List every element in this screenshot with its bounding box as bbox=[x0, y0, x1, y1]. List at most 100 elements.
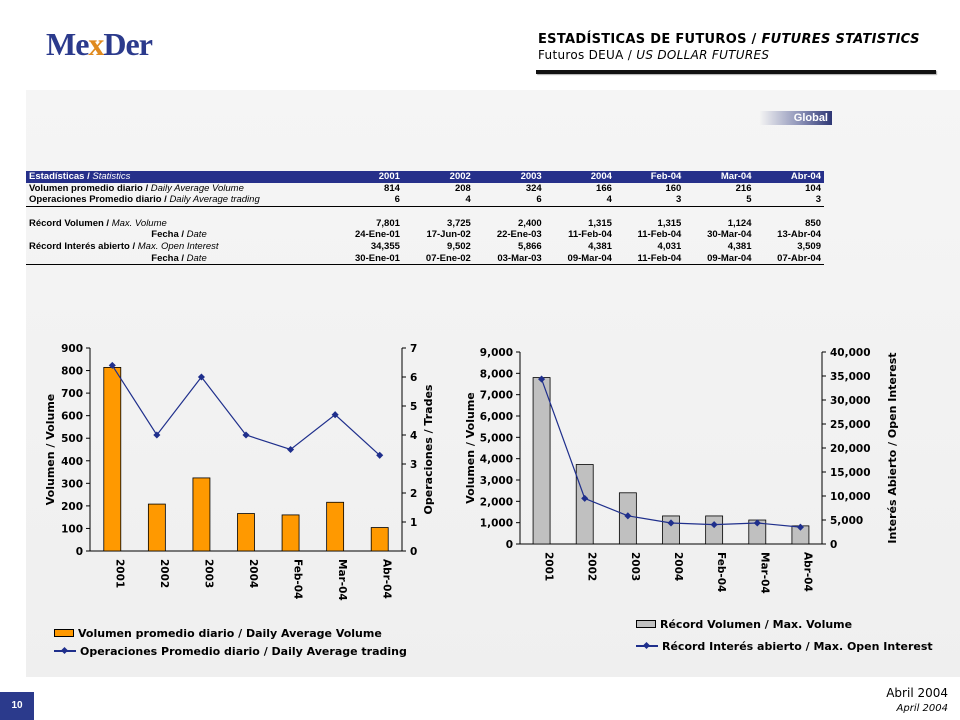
y-tick-label-right: 30,000 bbox=[830, 395, 871, 407]
y-tick-label-left: 500 bbox=[61, 433, 83, 445]
date-en: April 2004 bbox=[896, 703, 948, 714]
x-tick-label: 2003 bbox=[629, 552, 641, 581]
y-tick-label-left: 2,000 bbox=[480, 496, 513, 508]
chart-records: 0 1,000 2,000 3,000 4,000 5,000 6,000 7,000 8,00… bbox=[464, 347, 899, 594]
page-subtitle: Futuros DEUA / US DOLLAR FUTURES bbox=[538, 48, 770, 62]
col-header: 2004 bbox=[544, 171, 615, 183]
table-row: Fecha / Date 30-Ene-01 07-Ene-02 03-Mar-03… bbox=[26, 252, 824, 266]
y-tick-label-left: 0 bbox=[76, 546, 83, 558]
y-tick-label-left: 6,000 bbox=[480, 411, 513, 423]
y-tick-label-left: 100 bbox=[61, 523, 83, 535]
y-tick-label-right: 10,000 bbox=[830, 491, 871, 503]
table-row: Fecha / Date 24-Ene-01 17-Jun-02 22-Ene-03… bbox=[151, 229, 821, 241]
chart-daily-average-legend: Volumen promedio diario / Daily Average … bbox=[54, 624, 407, 660]
x-tick-label: 2004 bbox=[672, 552, 684, 581]
y-tick-label-right: 20,000 bbox=[830, 443, 871, 455]
y-tick-label-left: 1,000 bbox=[480, 518, 513, 530]
y-tick-label-right: 7 bbox=[410, 343, 417, 355]
bar bbox=[103, 366, 122, 552]
y-tick-label-left: 8,000 bbox=[480, 368, 513, 380]
x-tick-label: Abr-04 bbox=[381, 559, 393, 599]
x-tick-label: 2002 bbox=[158, 559, 170, 588]
y-tick-label-left: 3,000 bbox=[480, 475, 513, 487]
chart-records-legend: Récord Volumen / Max. Volume Récord Inte… bbox=[636, 615, 933, 655]
y-tick-label-left: 200 bbox=[61, 501, 83, 513]
legend-item: Operaciones Promedio diario / Daily Aver… bbox=[54, 642, 407, 660]
y-tick-label-left: 7,000 bbox=[480, 390, 513, 402]
x-tick-label: 2001 bbox=[113, 559, 125, 588]
x-tick-label: 2003 bbox=[202, 559, 214, 588]
y-tick-label-right: 0 bbox=[830, 539, 837, 551]
y-tick-label-left: 4,000 bbox=[480, 454, 513, 466]
y-tick-label-right: 5 bbox=[410, 401, 417, 413]
y-tick-label-right: 3 bbox=[410, 459, 417, 471]
bar bbox=[281, 514, 300, 552]
date-es: Abril 2004 bbox=[886, 686, 948, 700]
y-tick-label-left: 800 bbox=[61, 366, 83, 378]
bar bbox=[705, 515, 724, 545]
x-tick-label: Feb-04 bbox=[715, 552, 727, 592]
y-tick-label-left: 900 bbox=[61, 343, 83, 355]
col-header: 2001 bbox=[332, 171, 403, 183]
y-tick-label-left: 5,000 bbox=[480, 432, 513, 444]
y-tick-label-right: 1 bbox=[410, 517, 417, 529]
y-axis-title-right: Interés Abierto / Open Interest bbox=[886, 352, 899, 543]
bar bbox=[192, 477, 211, 552]
y-tick-label-right: 25,000 bbox=[830, 419, 871, 431]
y-tick-label-right: 5,000 bbox=[830, 515, 863, 527]
table-row: Récord Volumen / Max. Volume 7,801 3,725 2… bbox=[29, 217, 821, 229]
global-badge: Global bbox=[760, 111, 832, 125]
y-tick-label-right: 40,000 bbox=[830, 347, 871, 359]
col-header: Mar-04 bbox=[684, 171, 755, 183]
table-row: Récord Interés abierto / Max. Open Inter… bbox=[29, 240, 821, 252]
y-tick-label-right: 0 bbox=[410, 546, 417, 558]
col-header: Feb-04 bbox=[614, 171, 685, 183]
y-axis-title-left: Volumen / Volume bbox=[44, 394, 57, 506]
legend-item: Récord Volumen / Max. Volume bbox=[636, 615, 933, 633]
bar bbox=[147, 503, 166, 552]
bar bbox=[575, 464, 594, 545]
table-row: Volumen promedio diario / Daily Average … bbox=[29, 182, 821, 194]
y-tick-label-left: 600 bbox=[61, 411, 83, 423]
y-tick-label-right: 4 bbox=[410, 430, 417, 442]
legend-swatch-line bbox=[636, 642, 658, 650]
x-tick-label: Mar-04 bbox=[758, 552, 770, 594]
page-number: 10 bbox=[0, 692, 34, 720]
bar bbox=[326, 501, 345, 552]
bar bbox=[532, 377, 551, 545]
y-tick-label-right: 2 bbox=[410, 488, 417, 500]
x-tick-label: Mar-04 bbox=[336, 559, 348, 601]
y-axis-title-left: Volumen / Volume bbox=[464, 392, 477, 504]
y-tick-label-left: 300 bbox=[61, 478, 83, 490]
x-tick-label: 2002 bbox=[586, 552, 598, 581]
col-header: 2002 bbox=[402, 171, 474, 183]
table-row: Operaciones Promedio diario / Daily Aver… bbox=[26, 194, 824, 207]
y-tick-label-left: 700 bbox=[61, 388, 83, 400]
legend-swatch-bar bbox=[54, 629, 74, 637]
x-tick-label: 2001 bbox=[543, 552, 555, 581]
y-axis-title-right: Operaciones / Trades bbox=[422, 384, 435, 514]
x-tick-label: Abr-04 bbox=[801, 552, 813, 592]
bar bbox=[370, 527, 389, 552]
x-tick-label: 2004 bbox=[247, 559, 259, 588]
bar bbox=[237, 513, 255, 552]
col-header: Abr-04 bbox=[754, 171, 824, 183]
page-title: ESTADÍSTICAS DE FUTUROS / FUTURES STATIS… bbox=[538, 32, 920, 47]
statistics-table: Estadísticas / Statistics 2001 2002 2003… bbox=[26, 171, 824, 266]
col-header: 2003 bbox=[473, 171, 545, 183]
x-tick-label: Feb-04 bbox=[292, 559, 304, 599]
legend-swatch-bar bbox=[636, 620, 656, 628]
legend-item: Récord Interés abierto / Max. Open Inter… bbox=[636, 637, 933, 655]
y-tick-label-right: 15,000 bbox=[830, 467, 871, 479]
series-line bbox=[111, 365, 381, 456]
header-rule bbox=[536, 70, 936, 74]
legend-item: Volumen promedio diario / Daily Average … bbox=[54, 624, 407, 642]
y-tick-label-left: 9,000 bbox=[480, 347, 513, 359]
table-header-row: Estadísticas / Statistics 2001 2002 2003… bbox=[26, 171, 824, 183]
legend-swatch-line bbox=[54, 647, 76, 655]
y-tick-label-left: 400 bbox=[61, 456, 83, 468]
chart-daily-average: 0 100 200 300 400 500 600 700 800 900 0 1 2 3 4 5 6 7 2001… bbox=[44, 343, 435, 601]
y-tick-label-right: 35,000 bbox=[830, 371, 871, 383]
y-tick-label-right: 6 bbox=[410, 372, 417, 384]
mexder-logo: MexDer bbox=[46, 26, 153, 62]
